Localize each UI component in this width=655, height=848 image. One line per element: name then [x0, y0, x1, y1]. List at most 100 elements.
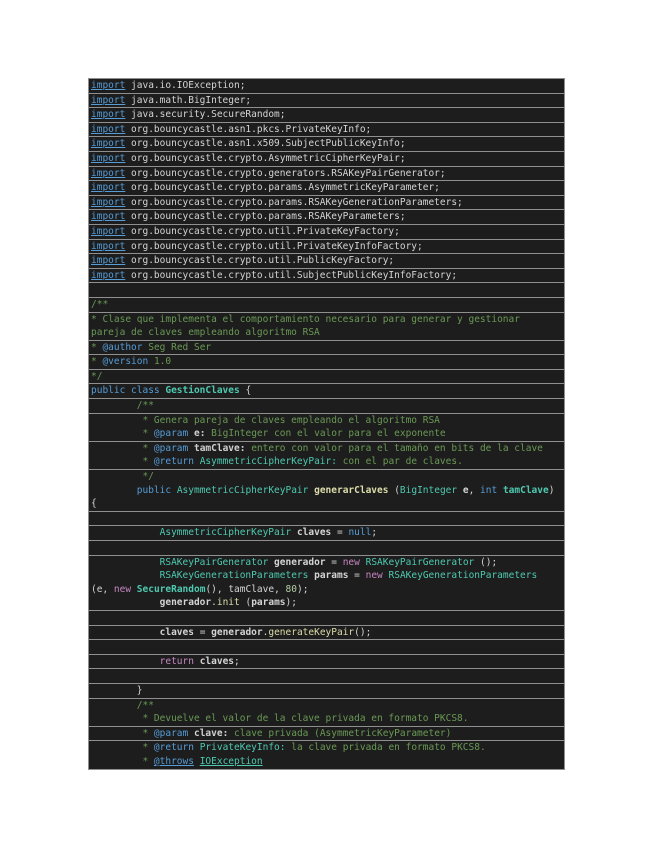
code-token: /** [91, 298, 109, 310]
code-line: * Devuelve el valor de la clave privada … [91, 712, 564, 726]
code-line-box: import org.bouncycastle.crypto.params.As… [88, 180, 565, 196]
code-line: * @param e: BigInteger con el valor para… [91, 427, 564, 441]
code-token: import [91, 109, 126, 121]
code-token: 80 [285, 583, 297, 595]
code-token: * [91, 428, 154, 440]
code-token: clave privada (AsymmetricKeyParameter) [228, 727, 452, 739]
code-line: * @throws IOException [91, 755, 564, 769]
code-line: import org.bouncycastle.crypto.params.RS… [91, 196, 564, 210]
code-token: @version [102, 356, 149, 368]
code-token: BigInteger con el valor para el exponent… [205, 428, 446, 440]
code-token: @author [102, 341, 143, 353]
code-token: new [113, 583, 132, 595]
code-line-box [88, 540, 565, 556]
code-line: { [91, 497, 564, 511]
code-line: } [91, 684, 564, 698]
code-line-box: import org.bouncycastle.crypto.Asymmetri… [88, 150, 565, 167]
code-token: org.bouncycastle.crypto.util.SubjectPubl… [125, 269, 458, 281]
code-token: IOException [199, 755, 263, 767]
code-token: @param [153, 428, 189, 440]
code-token: params [314, 570, 349, 582]
code-token: */ [91, 471, 154, 483]
code-token: import [91, 80, 126, 91]
code-line-box: return claves; [88, 653, 565, 670]
code-token: org.bouncycastle.crypto.generators.RSAKe… [125, 167, 446, 179]
code-token: { [91, 498, 97, 510]
code-token: ; [371, 527, 378, 539]
code-token: org.bouncycastle.crypto.AsymmetricCipher… [125, 152, 406, 164]
code-token: tamClave [502, 484, 549, 496]
code-token: e: [193, 428, 206, 440]
code-token: ); [296, 583, 309, 595]
code-line: claves = generador.generateKeyPair(); [91, 626, 564, 640]
code-line-box [88, 609, 565, 626]
code-token: int [480, 484, 498, 496]
code-token: (); [354, 626, 372, 638]
code-token: generador [211, 626, 263, 638]
code-line-box: * @param clave: clave privada (Asymmetri… [88, 725, 565, 742]
code-line: import org.bouncycastle.asn1.x509.Subjec… [91, 137, 564, 151]
code-token: { [239, 385, 252, 397]
code-token: (e, [91, 583, 114, 595]
code-line: import org.bouncycastle.crypto.Asymmetri… [91, 152, 564, 166]
code-token: public class [91, 385, 166, 397]
code-line-box: import org.bouncycastle.crypto.util.Publ… [88, 253, 565, 269]
code-token: org.bouncycastle.crypto.params.RSAKeyPar… [125, 211, 406, 223]
code-line: import java.math.BigInteger; [91, 94, 564, 108]
code-token: * [91, 442, 154, 454]
code-token: (); [474, 556, 498, 568]
code-token: new [365, 570, 383, 582]
code-line-box [88, 639, 565, 655]
code-token: @return [153, 456, 194, 468]
code-line: (e, new SecureRandom(), tamClave, 80); [91, 583, 564, 597]
code-line-box: * Genera pareja de claves empleando el a… [88, 412, 565, 442]
code-line: * @param tamClave: entero con valor para… [91, 442, 564, 456]
code-token: claves [159, 626, 194, 638]
code-token: = [348, 570, 366, 582]
code-token: GestionClaves [165, 385, 240, 397]
code-token: 1.0 [148, 356, 172, 368]
code-line: * @return AsymmetricCipherKeyPair: con e… [91, 455, 564, 469]
code-token: import [91, 138, 126, 150]
code-token: generarClaves [314, 484, 389, 496]
code-token: * Devuelve el valor de la clave privada … [91, 713, 469, 725]
code-line-box: import org.bouncycastle.crypto.params.RS… [88, 194, 565, 211]
code-line: public AsymmetricCipherKeyPair generarCl… [91, 484, 564, 498]
code-token: entero con valor para el tamaño en bits … [245, 442, 543, 454]
code-token: import [91, 167, 126, 179]
code-line: import org.bouncycastle.crypto.util.Subj… [91, 269, 564, 283]
code-token: pareja de claves empleando algoritmo RSA [91, 327, 320, 339]
code-token: import [91, 225, 126, 237]
code-line: RSAKeyGenerationParameters params = new … [91, 569, 564, 583]
code-token: return [159, 655, 194, 667]
code-line-box: import org.bouncycastle.crypto.util.Priv… [88, 238, 565, 255]
code-token: * [91, 742, 154, 754]
code-line: * Genera pareja de claves empleando el a… [91, 414, 564, 428]
code-token: */ [91, 370, 103, 382]
code-token: org.bouncycastle.crypto.util.PrivateKeyI… [125, 240, 423, 252]
code-line-box: * @return PrivateKeyInfo: la clave priva… [88, 740, 565, 770]
code-token: , [468, 484, 481, 496]
code-token: RSAKeyGenerationParameters [388, 570, 538, 582]
code-token: @return [153, 742, 194, 754]
code-token: generador [159, 597, 212, 609]
code-token: java.math.BigInteger; [125, 94, 252, 106]
code-token: (), tamClave, [205, 583, 286, 595]
code-line-box: } [88, 682, 565, 699]
code-token: import [91, 269, 126, 281]
code-line: AsymmetricCipherKeyPair claves = null; [91, 526, 564, 540]
code-token: BigInteger [399, 484, 458, 496]
code-line-box: import org.bouncycastle.asn1.x509.Subjec… [88, 136, 565, 152]
code-token: = [325, 556, 343, 568]
code-token: new [342, 556, 360, 568]
code-line-box: import org.bouncycastle.crypto.params.RS… [88, 209, 565, 225]
code-line-box: public class GestionClaves { [88, 383, 565, 400]
code-line-box: /** [88, 296, 565, 313]
code-token: ( [239, 597, 252, 609]
code-line-box [88, 510, 565, 527]
